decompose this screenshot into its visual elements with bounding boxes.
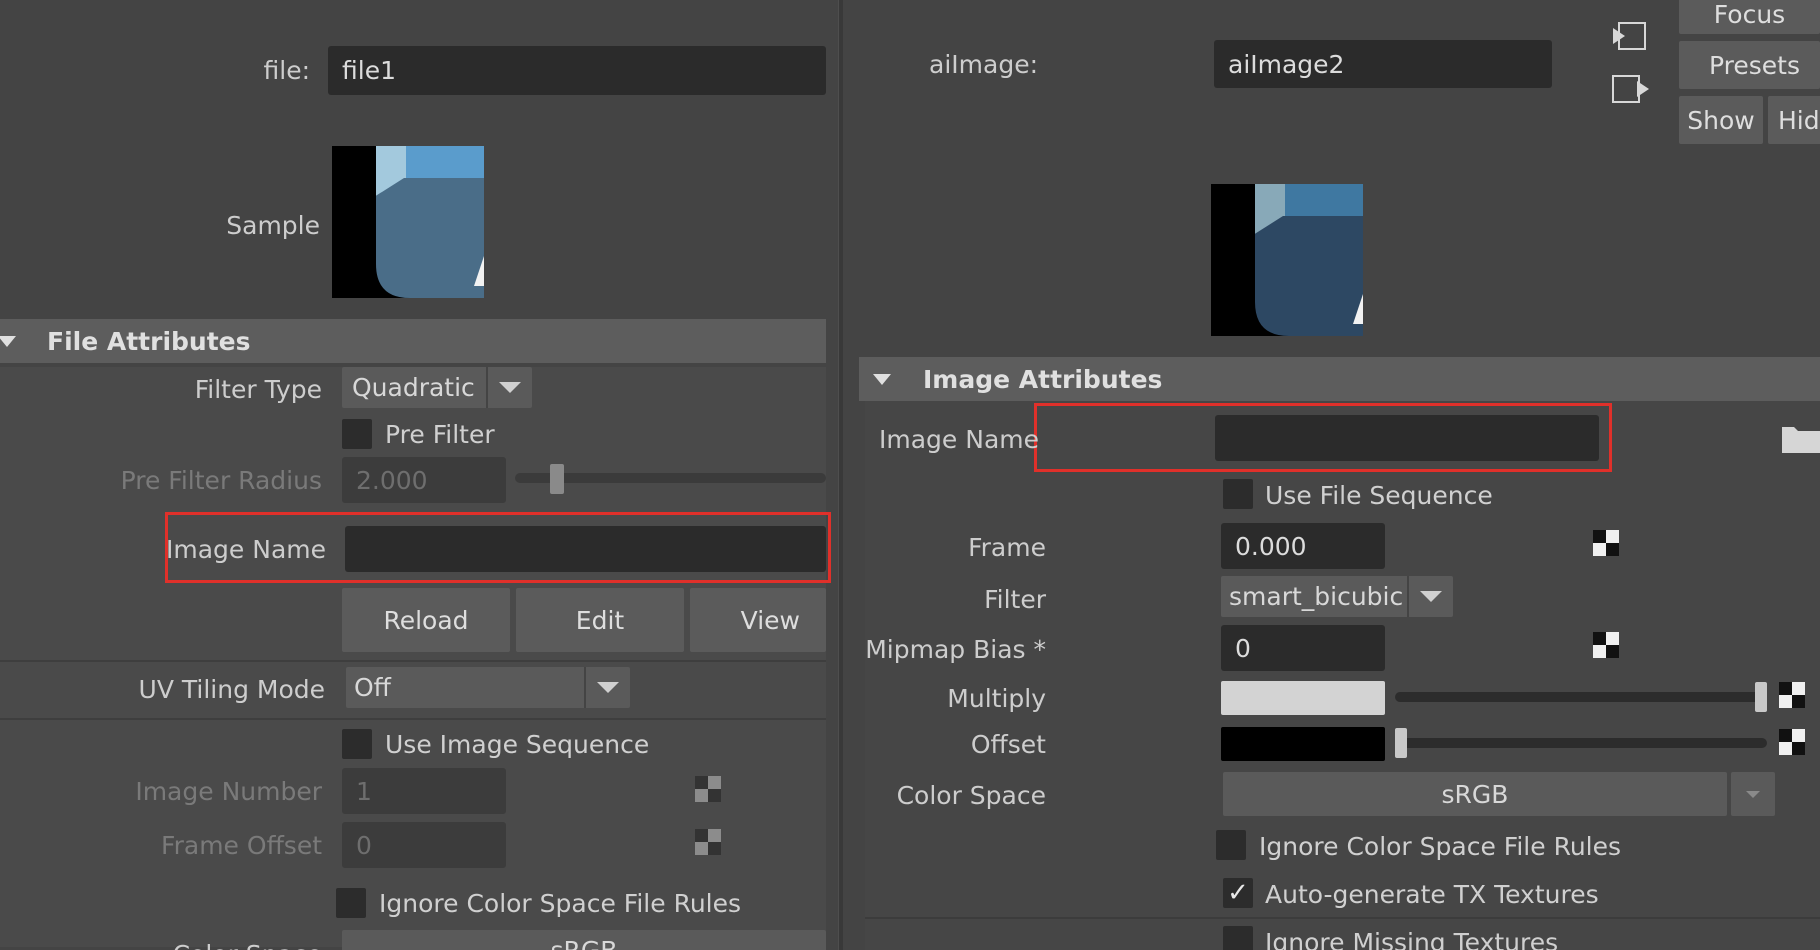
chevron-down-icon [584,667,630,708]
left-ignore-cs-checkbox[interactable] [336,888,366,918]
offset-label: Offset [970,730,1046,759]
aiimage-node-name-field[interactable]: aiImage2 [1214,40,1552,88]
forward-icon[interactable] [1611,72,1651,106]
file-node-name-field[interactable]: file1 [328,46,826,95]
pre-filter-label: Pre Filter [385,420,495,449]
file-node-label: file: [263,56,311,85]
sample-label: Sample [226,211,320,240]
left-color-space-label: Color Space [173,940,322,950]
offset-map-icon[interactable] [1779,729,1805,755]
right-ignore-cs-label: Ignore Color Space File Rules [1259,832,1622,861]
frame-offset-field[interactable]: 0 [342,822,506,868]
ignore-missing-divider [865,917,1820,919]
left-image-name-field[interactable] [345,526,826,572]
frame-map-icon[interactable] [1593,530,1619,556]
pre-filter-checkbox[interactable] [342,419,372,449]
right-attribute-panel: aiImage: aiImage2 Focus Presets Show Hid… [843,0,1820,950]
offset-slider-handle[interactable] [1395,728,1407,758]
filter-type-dropdown[interactable]: Quadratic [342,367,532,408]
show-button[interactable]: Show [1679,96,1763,144]
multiply-slider-handle[interactable] [1755,682,1767,712]
offset-color-swatch[interactable] [1221,727,1385,761]
left-color-space-value: sRGB [551,936,618,950]
multiply-color-swatch[interactable] [1221,681,1385,715]
uv-tiling-mode-label: UV Tiling Mode [138,675,325,704]
filter-dropdown[interactable]: smart_bicubic [1221,576,1453,617]
image-number-map-icon[interactable] [695,776,721,802]
left-color-space-dropdown[interactable]: sRGB [342,930,826,950]
right-image-name-field[interactable] [1215,415,1599,461]
use-file-sequence-label: Use File Sequence [1265,481,1493,510]
use-image-sequence-label: Use Image Sequence [385,730,650,759]
right-color-space-dropdown[interactable]: sRGB [1223,772,1727,816]
pre-filter-radius-slider-handle[interactable] [550,464,564,494]
pre-filter-radius-label: Pre Filter Radius [120,466,322,495]
frame-offset-map-icon[interactable] [695,829,721,855]
folder-icon[interactable] [1780,421,1820,455]
multiply-map-icon[interactable] [1779,682,1805,708]
aiimage-node-label: aiImage: [929,50,1038,79]
color-space-arrow-button[interactable] [1731,772,1775,816]
file-attributes-header[interactable]: File Attributes [0,319,826,363]
right-color-space-label: Color Space [896,781,1046,810]
collapse-triangle-icon [0,335,16,347]
filter-type-label: Filter Type [194,375,322,404]
filter-type-value: Quadratic [352,373,475,402]
file-attributes-title: File Attributes [47,326,251,356]
frame-offset-label: Frame Offset [161,831,322,860]
reload-button[interactable]: Reload [342,588,510,652]
filter-value: smart_bicubic [1229,582,1404,611]
image-attributes-title: Image Attributes [923,364,1163,394]
left-image-name-label: Image Name [166,535,326,564]
uv-tiling-mode-value: Off [354,673,391,702]
uv-row-divider [0,660,826,662]
offset-slider-track[interactable] [1395,738,1767,748]
chevron-down-icon [486,367,532,408]
frame-label: Frame [968,533,1046,562]
left-ignore-cs-label: Ignore Color Space File Rules [379,889,742,918]
filter-label: Filter [984,585,1046,614]
mipmap-bias-field[interactable]: 0 [1221,625,1385,671]
collapse-triangle-icon [873,373,891,385]
left-attribute-panel: file: file1 Sample File Attributes Filte… [0,0,838,950]
sample-swatch [332,146,484,298]
auto-tx-label: Auto-generate TX Textures [1265,880,1599,909]
image-number-label: Image Number [135,777,322,806]
focus-icon[interactable] [1611,20,1649,52]
use-image-sequence-checkbox[interactable] [342,729,372,759]
mipmap-bias-label: Mipmap Bias * [865,635,1046,664]
sample-texture-image [332,146,484,298]
multiply-slider-track[interactable] [1395,692,1767,702]
uv-row-divider-bottom [0,718,826,720]
view-button[interactable]: View [690,588,826,652]
auto-tx-checkbox[interactable]: ✓ [1223,878,1253,908]
multiply-label: Multiply [947,684,1046,713]
frame-field[interactable]: 0.000 [1221,523,1385,569]
ignore-missing-checkbox[interactable] [1223,926,1253,950]
ignore-missing-label: Ignore Missing Textures [1265,928,1559,950]
edit-button[interactable]: Edit [516,588,684,652]
image-number-field[interactable]: 1 [342,768,506,814]
image-attributes-header[interactable]: Image Attributes [859,357,1820,401]
aiimage-swatch [1211,184,1363,336]
chevron-down-icon [1407,576,1453,617]
pre-filter-radius-field[interactable]: 2.000 [342,457,506,503]
hide-button[interactable]: Hide [1768,96,1820,144]
uv-tiling-mode-dropdown[interactable]: Off [346,667,630,708]
focus-button[interactable]: Focus [1679,0,1820,34]
right-color-space-value: sRGB [1441,779,1509,809]
mipmap-bias-map-icon[interactable] [1593,632,1619,658]
right-ignore-cs-checkbox[interactable] [1216,830,1246,860]
use-file-sequence-checkbox[interactable] [1223,479,1253,509]
right-image-name-label: Image Name [879,425,1039,454]
chevron-down-icon [1746,790,1760,798]
presets-button[interactable]: Presets [1679,41,1820,89]
aiimage-texture-image [1211,184,1363,336]
